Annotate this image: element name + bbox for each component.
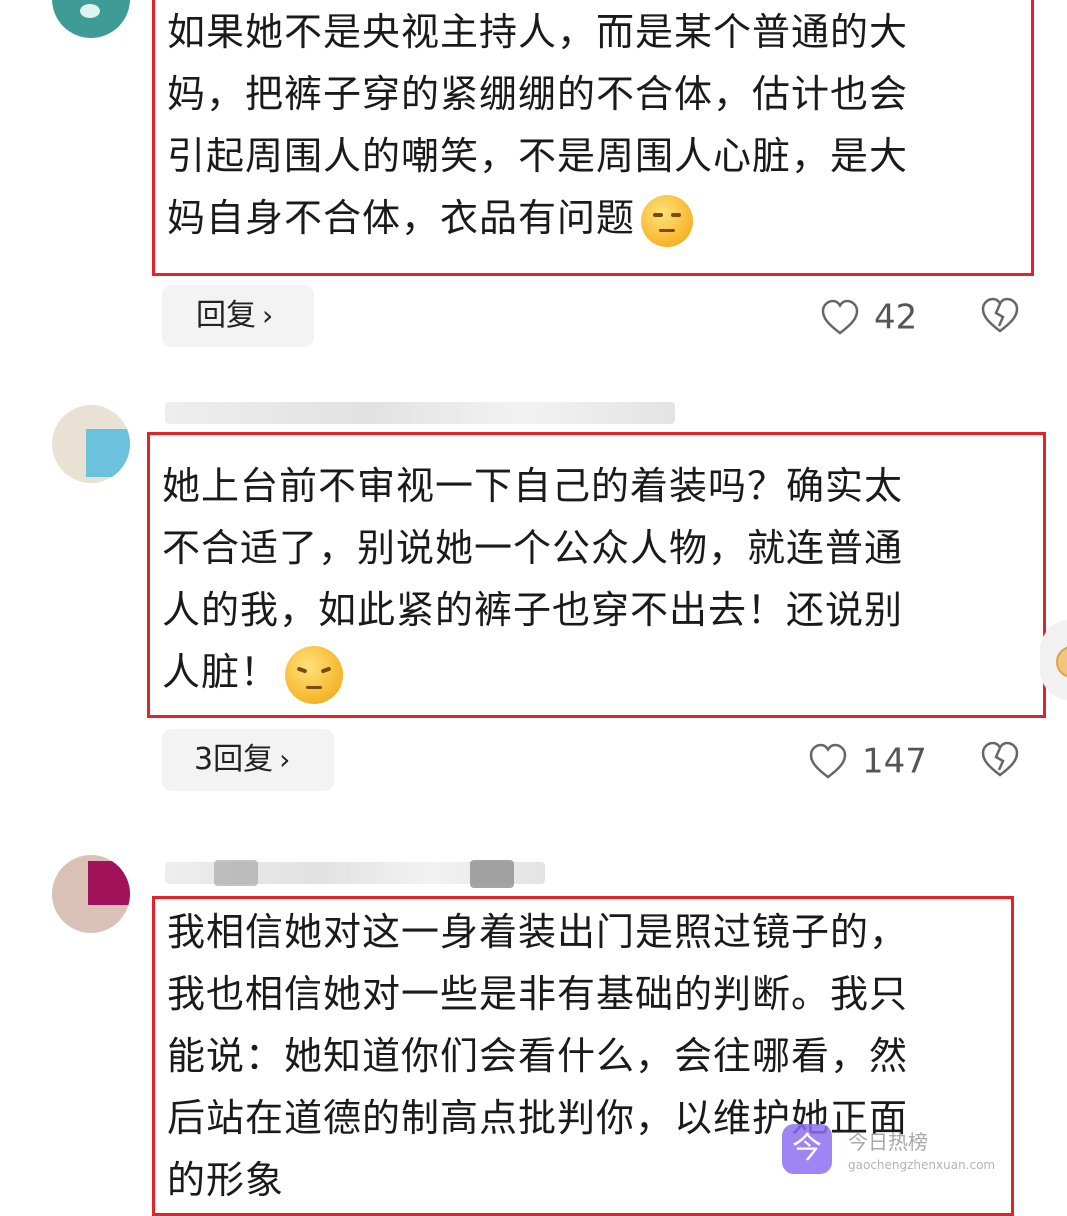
watermark-url: gaochengzhenxuan.com — [848, 1158, 996, 1172]
replies-button[interactable]: 3回复 › — [162, 729, 334, 791]
comment-text: 她上台前不审视一下自己的着装吗？确实太 不合适了，别说她一个公众人物，就连普通 … — [162, 464, 904, 694]
commenter-avatar[interactable] — [52, 405, 130, 483]
comment-text-highlighted: 她上台前不审视一下自己的着装吗？确实太 不合适了，别说她一个公众人物，就连普通 … — [147, 432, 1046, 718]
reply-button[interactable]: 回复 › — [162, 285, 314, 347]
blurred-username-block — [470, 860, 514, 888]
floating-badge-icon — [1056, 646, 1067, 678]
watermark: 今 今日热榜 gaochengzhenxuan.com — [782, 1124, 1012, 1176]
comment-text: 如果她不是央视主持人，而是某个普通的大 妈，把裤子穿的紧绷绷的不合体，估计也会 … — [167, 10, 909, 240]
avatar-graphic — [80, 4, 100, 18]
angry-face-emoji-icon — [285, 645, 344, 704]
thinking-smirk-emoji-icon — [641, 194, 694, 247]
like-count: 42 — [874, 297, 918, 338]
avatar-graphic — [88, 861, 130, 905]
blurred-username — [165, 402, 675, 424]
broken-heart-dislike-icon[interactable] — [980, 740, 1020, 780]
blurred-username-block — [214, 860, 258, 886]
watermark-logo-icon: 今 — [782, 1124, 832, 1174]
chevron-right-icon: › — [262, 299, 274, 332]
broken-heart-dislike-icon[interactable] — [980, 296, 1020, 336]
avatar-graphic — [86, 429, 130, 477]
comment-text-highlighted: 如果她不是央视主持人，而是某个普通的大 妈，把裤子穿的紧绷绷的不合体，估计也会 … — [152, 0, 1034, 276]
like-button[interactable]: 42 — [820, 296, 917, 338]
like-button[interactable]: 147 — [808, 740, 927, 782]
reply-label: 3回复 — [194, 742, 274, 777]
watermark-name: 今日热榜 — [848, 1130, 928, 1154]
commenter-avatar[interactable] — [52, 855, 130, 933]
commenter-avatar[interactable] — [52, 0, 130, 38]
heart-icon — [821, 299, 859, 335]
heart-icon — [809, 743, 847, 779]
reply-label: 回复 — [196, 298, 256, 333]
like-count: 147 — [862, 741, 927, 782]
chevron-right-icon: › — [279, 743, 291, 776]
